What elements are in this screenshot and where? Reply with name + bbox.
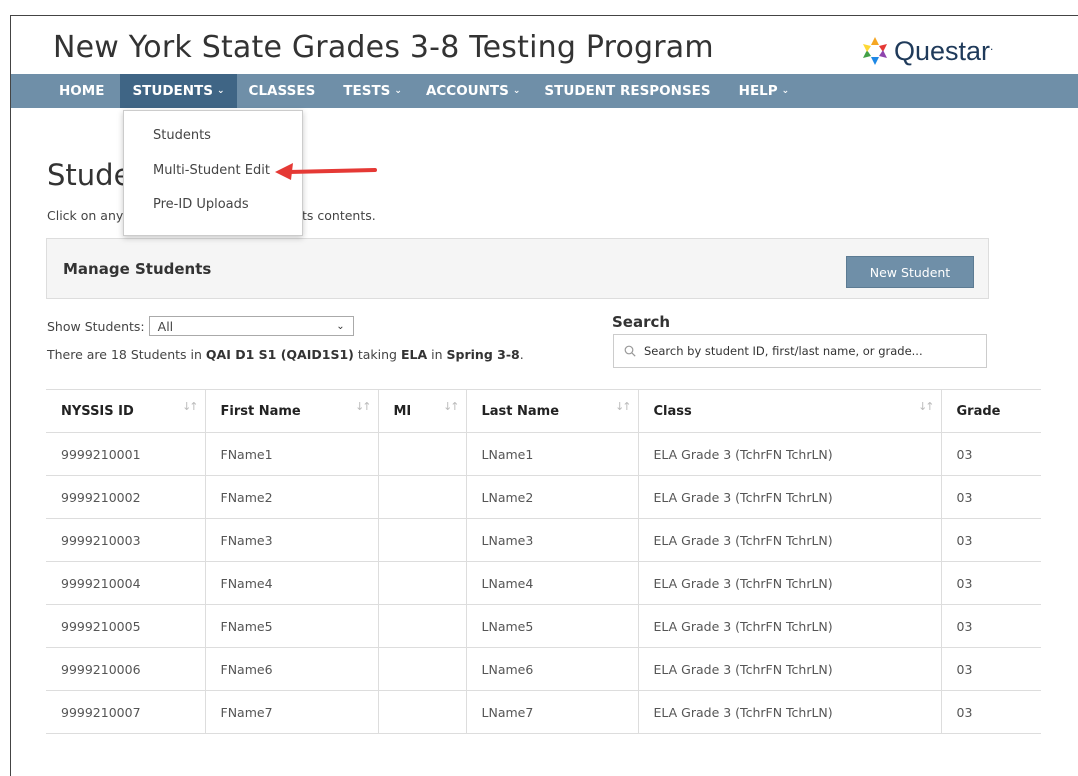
search-icon xyxy=(624,345,636,357)
nav-home[interactable]: HOME xyxy=(47,74,120,108)
search-label: Search xyxy=(612,313,671,331)
students-table: NYSSIS ID ↓↑ First Name ↓↑ MI ↓↑ Last Name ↓… xyxy=(46,389,1041,734)
cell-mi xyxy=(378,475,467,519)
show-students-label: Show Students: xyxy=(47,318,145,334)
cell-grade: 03 xyxy=(941,690,1041,734)
cell-mi xyxy=(378,604,467,648)
cell-nyssis-id: 9999210006 xyxy=(46,647,206,691)
chevron-down-icon: ⌄ xyxy=(512,86,521,96)
manage-students-panel: Manage Students New Student xyxy=(46,238,989,299)
cell-nyssis-id: 9999210004 xyxy=(46,561,206,605)
table-row[interactable]: 9999210003 FName3 LName3 ELA Grade 3 (Tc… xyxy=(46,518,1041,562)
app-window: New York State Grades 3-8 Testing Progra… xyxy=(10,15,1078,776)
cell-last-name: LName2 xyxy=(466,475,639,519)
chevron-down-icon: ⌄ xyxy=(394,86,402,96)
sort-icon[interactable]: ↓↑ xyxy=(443,400,460,413)
cell-class: ELA Grade 3 (TchrFN TchrLN) xyxy=(638,518,942,562)
table-row[interactable]: 9999210007 FName7 LName7 ELA Grade 3 (Tc… xyxy=(46,690,1041,734)
cell-grade: 03 xyxy=(941,518,1041,562)
cell-nyssis-id: 9999210001 xyxy=(46,432,206,476)
cell-mi xyxy=(378,647,467,691)
cell-last-name: LName1 xyxy=(466,432,639,476)
cell-last-name: LName5 xyxy=(466,604,639,648)
cell-class: ELA Grade 3 (TchrFN TchrLN) xyxy=(638,475,942,519)
menu-item-pre-id-uploads[interactable]: Pre-ID Uploads xyxy=(153,197,249,212)
page-title: Stude xyxy=(47,158,132,192)
sort-icon[interactable]: ↓↑ xyxy=(918,400,935,413)
chevron-down-icon: ⌄ xyxy=(217,86,225,96)
column-header-nyssis-id[interactable]: NYSSIS ID ↓↑ xyxy=(46,389,206,433)
cell-grade: 03 xyxy=(941,561,1041,605)
new-student-button[interactable]: New Student xyxy=(846,256,974,288)
main-navbar: HOME STUDENTS ⌄ CLASSES TESTS ⌄ ACCOUNTS ⌄ … xyxy=(11,74,1078,108)
cell-grade: 03 xyxy=(941,432,1041,476)
cell-first-name: FName3 xyxy=(205,518,379,562)
cell-first-name: FName4 xyxy=(205,561,379,605)
cell-first-name: FName5 xyxy=(205,604,379,648)
show-students-select[interactable]: All ⌄ xyxy=(148,316,354,336)
cell-mi xyxy=(378,518,467,562)
nav-students[interactable]: STUDENTS ⌄ xyxy=(120,74,237,108)
nav-tests[interactable]: TESTS ⌄ xyxy=(331,74,414,108)
column-header-class[interactable]: Class ↓↑ xyxy=(638,389,942,433)
cell-first-name: FName7 xyxy=(205,690,379,734)
cell-first-name: FName6 xyxy=(205,647,379,691)
questar-logo-icon xyxy=(863,37,887,65)
nav-help[interactable]: HELP ⌄ xyxy=(727,74,802,108)
cell-last-name: LName7 xyxy=(466,690,639,734)
cell-nyssis-id: 9999210007 xyxy=(46,690,206,734)
cell-class: ELA Grade 3 (TchrFN TchrLN) xyxy=(638,690,942,734)
table-row[interactable]: 9999210005 FName5 LName5 ELA Grade 3 (Tc… xyxy=(46,604,1041,648)
page-hint: Click on any ts contents. xyxy=(47,208,376,223)
table-header-row: NYSSIS ID ↓↑ First Name ↓↑ MI ↓↑ Last Name ↓… xyxy=(46,389,1041,433)
red-arrow-annotation-icon xyxy=(275,163,377,180)
cell-class: ELA Grade 3 (TchrFN TchrLN) xyxy=(638,561,942,605)
menu-item-multi-student-edit[interactable]: Multi-Student Edit xyxy=(153,163,270,178)
table-row[interactable]: 9999210001 FName1 LName1 ELA Grade 3 (Tc… xyxy=(46,432,1041,476)
show-students-filter: Show Students: All ⌄ xyxy=(47,316,354,336)
cell-last-name: LName6 xyxy=(466,647,639,691)
sort-icon[interactable]: ↓↑ xyxy=(355,400,372,413)
panel-title: Manage Students xyxy=(63,260,212,278)
column-header-grade[interactable]: Grade xyxy=(941,389,1041,433)
cell-mi xyxy=(378,432,467,476)
cell-class: ELA Grade 3 (TchrFN TchrLN) xyxy=(638,647,942,691)
cell-nyssis-id: 9999210005 xyxy=(46,604,206,648)
cell-first-name: FName2 xyxy=(205,475,379,519)
search-input[interactable] xyxy=(642,343,976,359)
chevron-down-icon: ⌄ xyxy=(781,86,790,96)
cell-mi xyxy=(378,561,467,605)
cell-last-name: LName3 xyxy=(466,518,639,562)
cell-nyssis-id: 9999210002 xyxy=(46,475,206,519)
nav-classes[interactable]: CLASSES xyxy=(237,74,332,108)
cell-last-name: LName4 xyxy=(466,561,639,605)
column-header-first-name[interactable]: First Name ↓↑ xyxy=(205,389,379,433)
cell-mi xyxy=(378,690,467,734)
column-header-last-name[interactable]: Last Name ↓↑ xyxy=(466,389,639,433)
sort-icon[interactable]: ↓↑ xyxy=(182,400,199,413)
cell-grade: 03 xyxy=(941,475,1041,519)
menu-item-students[interactable]: Students xyxy=(153,128,211,143)
table-row[interactable]: 9999210002 FName2 LName2 ELA Grade 3 (Tc… xyxy=(46,475,1041,519)
search-box xyxy=(613,334,987,368)
column-header-mi[interactable]: MI ↓↑ xyxy=(378,389,467,433)
cell-grade: 03 xyxy=(941,604,1041,648)
nav-accounts[interactable]: ACCOUNTS ⌄ xyxy=(414,74,532,108)
app-title: New York State Grades 3-8 Testing Progra… xyxy=(53,30,714,65)
questar-logo: Questar. xyxy=(859,35,993,67)
student-count-info: There are 18 Students in QAI D1 S1 (QAID… xyxy=(47,347,524,362)
table-row[interactable]: 9999210004 FName4 LName4 ELA Grade 3 (Tc… xyxy=(46,561,1041,605)
cell-nyssis-id: 9999210003 xyxy=(46,518,206,562)
cell-class: ELA Grade 3 (TchrFN TchrLN) xyxy=(638,604,942,648)
cell-first-name: FName1 xyxy=(205,432,379,476)
cell-class: ELA Grade 3 (TchrFN TchrLN) xyxy=(638,432,942,476)
cell-grade: 03 xyxy=(941,647,1041,691)
sort-icon[interactable]: ↓↑ xyxy=(615,400,632,413)
table-row[interactable]: 9999210006 FName6 LName6 ELA Grade 3 (Tc… xyxy=(46,647,1041,691)
chevron-down-icon: ⌄ xyxy=(336,320,345,332)
logo-text: Questar. xyxy=(894,35,994,66)
nav-student-responses[interactable]: STUDENT RESPONSES xyxy=(532,74,726,108)
